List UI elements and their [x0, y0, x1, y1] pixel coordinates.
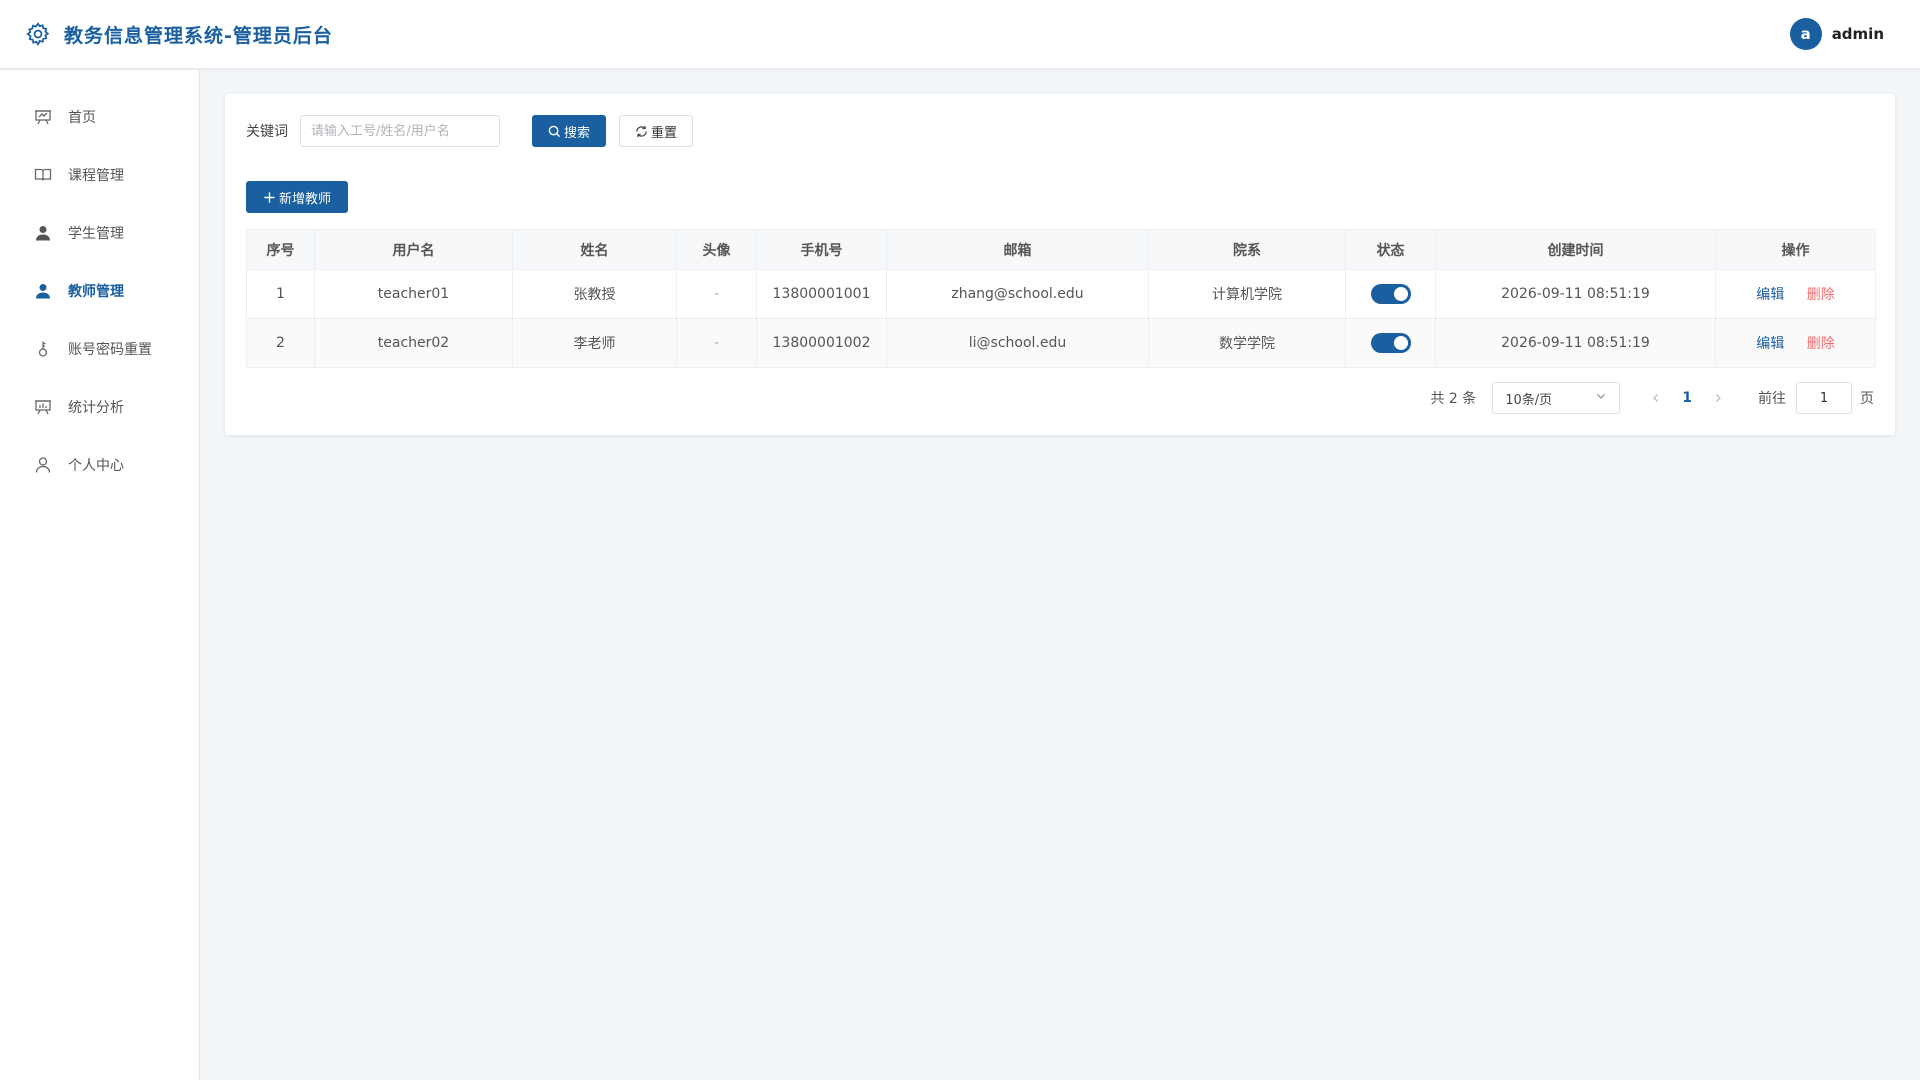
- plus-icon: [263, 191, 276, 204]
- edit-link[interactable]: 编辑: [1756, 336, 1784, 352]
- page-size-value: 10条/页: [1505, 392, 1553, 408]
- top-header: 教务信息管理系统-管理员后台 a admin: [0, 0, 1920, 69]
- table-row: 1 teacher01 张教授 - 13800001001 zhang@scho…: [246, 269, 1876, 319]
- sidebar-item-students[interactable]: 学生管理: [0, 204, 199, 262]
- cell-actions: 编辑 删除: [1715, 269, 1876, 319]
- goto-label: 前往: [1758, 391, 1786, 407]
- toggle-knob: [1393, 287, 1408, 301]
- search-icon: [548, 125, 561, 138]
- cell-dept: 计算机学院: [1148, 269, 1346, 319]
- chevron-down-icon: [1595, 390, 1607, 406]
- sidebar-item-label: 首页: [68, 110, 96, 126]
- sidebar-item-label: 学生管理: [68, 226, 124, 242]
- keyword-label: 关键词: [246, 124, 288, 140]
- reset-button-label: 重置: [650, 125, 677, 141]
- sidebar-item-label: 课程管理: [68, 168, 124, 184]
- next-page-button[interactable]: [1708, 392, 1728, 404]
- goto-page-input[interactable]: [1796, 382, 1852, 414]
- status-toggle[interactable]: [1370, 284, 1411, 304]
- chevron-right-icon: [1716, 394, 1721, 402]
- person-icon: [34, 456, 52, 474]
- key-icon: [34, 340, 52, 358]
- sidebar-item-password-reset[interactable]: 账号密码重置: [0, 320, 199, 378]
- user-name[interactable]: admin: [1832, 25, 1884, 43]
- prev-page-button[interactable]: [1646, 392, 1666, 404]
- cell-avatar: -: [676, 318, 757, 368]
- col-header-dept: 院系: [1148, 229, 1346, 270]
- sidebar-item-statistics[interactable]: 统计分析: [0, 378, 199, 436]
- cell-status: [1345, 269, 1436, 319]
- delete-link[interactable]: 删除: [1807, 336, 1835, 352]
- page-size-select[interactable]: 10条/页: [1492, 382, 1621, 414]
- sidebar-item-teachers[interactable]: 教师管理: [0, 262, 199, 320]
- col-header-name: 姓名: [512, 229, 677, 270]
- sidebar-item-home[interactable]: 首页: [0, 88, 199, 146]
- user-icon: [34, 282, 52, 300]
- status-toggle[interactable]: [1370, 333, 1411, 353]
- refresh-icon: [635, 125, 648, 138]
- add-teacher-button[interactable]: 新增教师: [246, 181, 348, 213]
- main-panel: 关键词 搜索 重置 新增教师 序号: [225, 94, 1895, 435]
- cell-created: 2026-09-11 08:51:19: [1435, 269, 1716, 319]
- cell-name: 张教授: [512, 269, 677, 319]
- sidebar-item-label: 教师管理: [68, 284, 124, 300]
- col-header-email: 邮箱: [886, 229, 1149, 270]
- cell-phone: 13800001002: [756, 318, 887, 368]
- cell-phone: 13800001001: [756, 269, 887, 319]
- col-header-phone: 手机号: [756, 229, 887, 270]
- cell-avatar: -: [676, 269, 757, 319]
- page-unit-label: 页: [1860, 391, 1874, 407]
- cell-name: 李老师: [512, 318, 677, 368]
- search-button-label: 搜索: [563, 125, 590, 141]
- sidebar-item-label: 个人中心: [68, 458, 124, 474]
- col-header-status: 状态: [1345, 229, 1436, 270]
- search-button[interactable]: 搜索: [532, 115, 606, 147]
- user-icon: [34, 224, 52, 242]
- user-menu[interactable]: a admin: [1789, 18, 1884, 50]
- edit-link[interactable]: 编辑: [1756, 287, 1784, 303]
- sidebar-item-label: 统计分析: [68, 400, 124, 416]
- app-title: 教务信息管理系统-管理员后台: [64, 24, 333, 47]
- cell-created: 2026-09-11 08:51:19: [1435, 318, 1716, 368]
- cell-actions: 编辑 删除: [1715, 318, 1876, 368]
- sidebar: 首页 课程管理 学生管理 教师管理 账号密码重置 统计分析 个人中心: [0, 70, 200, 1080]
- chart-icon: [34, 398, 52, 416]
- search-input[interactable]: [300, 115, 500, 147]
- search-form: 关键词 搜索 重置: [246, 115, 693, 147]
- teacher-table: 序号 用户名 姓名 头像 手机号 邮箱 院系 状态 创建时间 操作 1 teac…: [246, 229, 1876, 368]
- table-header-row: 序号 用户名 姓名 头像 手机号 邮箱 院系 状态 创建时间 操作: [246, 229, 1876, 270]
- col-header-username: 用户名: [314, 229, 513, 270]
- sidebar-item-label: 账号密码重置: [68, 342, 152, 358]
- avatar[interactable]: a: [1789, 18, 1822, 50]
- cell-status: [1345, 318, 1436, 368]
- cell-username: teacher01: [314, 269, 513, 319]
- gear-icon: [24, 20, 52, 48]
- cell-index: 1: [246, 269, 315, 319]
- table-row: 2 teacher02 李老师 - 13800001002 li@school.…: [246, 318, 1876, 368]
- pagination: 共 2 条 10条/页 1 前往 页: [1430, 382, 1874, 414]
- col-header-avatar: 头像: [676, 229, 757, 270]
- sidebar-item-profile[interactable]: 个人中心: [0, 436, 199, 494]
- cell-dept: 数学学院: [1148, 318, 1346, 368]
- col-header-index: 序号: [246, 229, 315, 270]
- chevron-left-icon: [1653, 394, 1659, 402]
- total-count: 共 2 条: [1430, 391, 1477, 407]
- sidebar-item-courses[interactable]: 课程管理: [0, 146, 199, 204]
- delete-link[interactable]: 删除: [1807, 287, 1835, 303]
- cell-username: teacher02: [314, 318, 513, 368]
- dashboard-icon: [34, 108, 52, 126]
- cell-email: li@school.edu: [886, 318, 1149, 368]
- book-icon: [34, 166, 52, 184]
- cell-index: 2: [246, 318, 315, 368]
- cell-email: zhang@school.edu: [886, 269, 1149, 319]
- col-header-actions: 操作: [1715, 229, 1876, 270]
- page-number-current[interactable]: 1: [1682, 390, 1692, 406]
- reset-button[interactable]: 重置: [619, 115, 693, 147]
- toggle-knob: [1393, 336, 1408, 350]
- col-header-created: 创建时间: [1435, 229, 1716, 270]
- add-teacher-label: 新增教师: [278, 191, 331, 207]
